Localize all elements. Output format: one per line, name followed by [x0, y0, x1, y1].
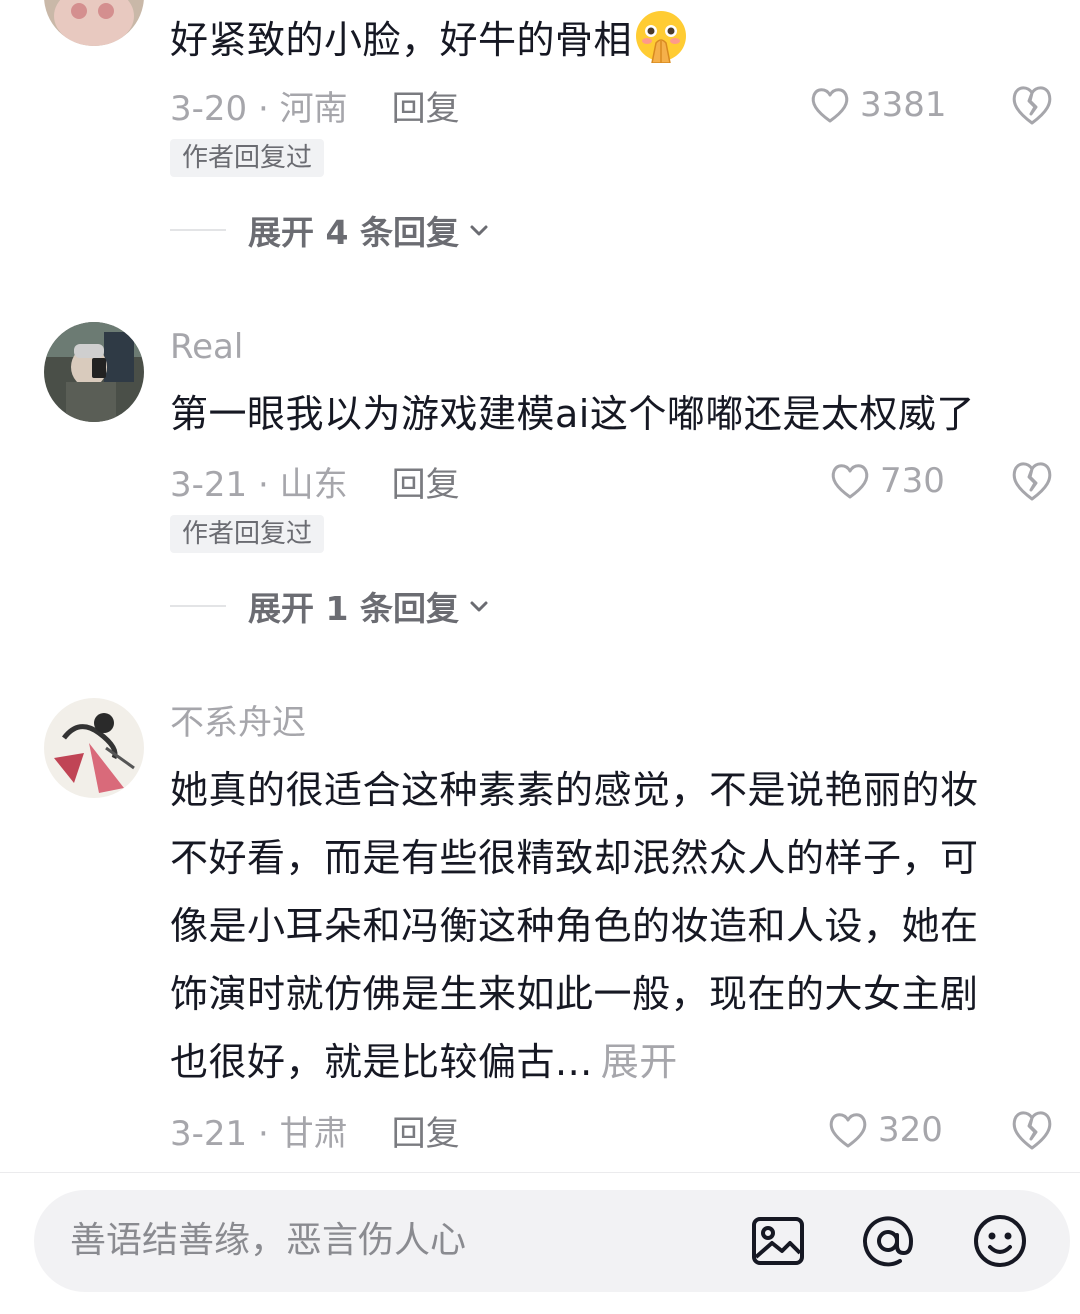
comment-meta: 3-21 · 甘肃 回复 [170, 1105, 460, 1155]
image-icon[interactable] [750, 1213, 806, 1269]
author-replied-badge: 作者回复过 [170, 515, 325, 553]
reply-button[interactable]: 回复 [392, 1106, 460, 1155]
reply-button[interactable]: 回复 [392, 457, 460, 506]
like-count: 3381 [860, 85, 947, 125]
like-count: 730 [880, 461, 945, 501]
like-button[interactable]: 320 [826, 1105, 943, 1155]
comment-meta: 3-21 · 山东 回复 [170, 456, 460, 506]
emoji-icon[interactable] [972, 1213, 1028, 1269]
input-divider [0, 1172, 1080, 1173]
heart-icon [831, 464, 869, 499]
comment-text-content: 好紧致的小脸，好牛的骨相 [170, 18, 633, 62]
praying-face-emoji [634, 9, 688, 64]
date-location: 3-21 · 甘肃 [170, 1113, 348, 1154]
expand-replies-button[interactable]: 展开 1 条回复 [170, 584, 491, 628]
chevron-down-icon [470, 601, 488, 612]
comment-text: 好紧致的小脸，好牛的骨相 [170, 6, 688, 74]
expand-replies-label: 展开 1 条回复 [248, 589, 459, 628]
dislike-button[interactable] [1008, 81, 1056, 129]
broken-heart-icon [1012, 86, 1052, 125]
comment-input-placeholder[interactable]: 善语结善缘，恶言伤人心 [70, 1218, 466, 1264]
divider-line [170, 229, 226, 231]
heart-icon [829, 1113, 867, 1148]
dislike-button[interactable] [1008, 457, 1056, 505]
comment-meta: 3-20 · 河南 回复 [170, 80, 460, 130]
at-icon[interactable] [860, 1213, 916, 1269]
avatar[interactable] [44, 0, 144, 46]
comment-text-line: 也很好，就是比较偏古... 展开 [170, 1028, 979, 1096]
like-button[interactable]: 730 [828, 456, 945, 506]
comment-text-truncated: 也很好，就是比较偏古... [170, 1040, 593, 1084]
divider-line [170, 605, 226, 607]
like-count: 320 [878, 1110, 943, 1150]
comment-text-line: 饰演时就仿佛是生来如此一般，现在的大女主剧 [170, 972, 979, 1016]
expand-replies-button[interactable]: 展开 4 条回复 [170, 208, 491, 252]
dislike-button[interactable] [1008, 1106, 1056, 1154]
comment-text: 她真的很适合这种素素的感觉，不是说艳丽的妆 不好看，而是有些很精致却泯然众人的样… [170, 756, 979, 1096]
avatar[interactable] [44, 698, 144, 798]
comment-text-line: 她真的很适合这种素素的感觉，不是说艳丽的妆 [170, 768, 979, 812]
broken-heart-icon [1012, 462, 1052, 501]
date-location: 3-20 · 河南 [170, 88, 348, 129]
broken-heart-icon [1012, 1111, 1052, 1150]
username[interactable]: Real [170, 327, 243, 367]
expand-text-link[interactable]: 展开 [601, 1040, 678, 1084]
expand-replies-label: 展开 4 条回复 [248, 213, 459, 252]
date-location: 3-21 · 山东 [170, 464, 348, 505]
heart-icon [811, 88, 849, 123]
comment-input-bar[interactable]: 善语结善缘，恶言伤人心 [34, 1190, 1070, 1292]
comment-text: 第一眼我以为游戏建模ai这个嘟嘟还是太权威了 [170, 392, 975, 436]
chevron-down-icon [470, 225, 488, 236]
avatar[interactable] [44, 322, 144, 422]
author-replied-badge: 作者回复过 [170, 139, 325, 177]
like-button[interactable]: 3381 [808, 80, 947, 130]
reply-button[interactable]: 回复 [392, 81, 460, 130]
comment-list-page: 好紧致的小脸，好牛的骨相 3-20 · 河南 回复 3381 作者回复过 展开 … [0, 0, 1080, 1314]
comment-text-line: 不好看，而是有些很精致却泯然众人的样子，可 [170, 836, 979, 880]
username[interactable]: 不系舟迟 [170, 703, 306, 743]
comment-text-line: 像是小耳朵和冯衡这种角色的妆造和人设，她在 [170, 904, 979, 948]
